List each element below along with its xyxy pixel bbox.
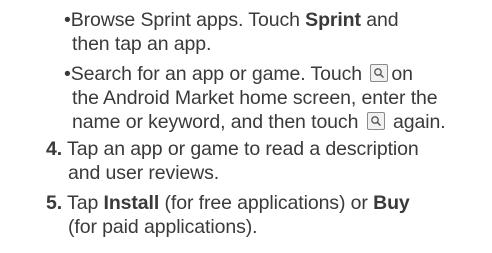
bullet-search-line3: name or keyword, and then touch again. [72, 110, 446, 134]
bullet-text: name or keyword, and then touch [72, 111, 359, 133]
bullet-text: Browse Sprint apps. Touch [70, 9, 306, 31]
bullet-browse-line2: then tap an app. [72, 32, 211, 56]
step-text: Tap [67, 192, 104, 214]
step-4-line2: and user reviews. [68, 161, 219, 185]
bullet-text: Search for an app or game. Touch [70, 63, 363, 85]
bullet-marker: • [64, 9, 71, 31]
buy-label: Buy [373, 192, 410, 214]
bullet-search-line1: •Search for an app or game. Touch on [64, 62, 413, 86]
bullet-text: then tap an app. [72, 33, 212, 55]
search-icon [366, 112, 385, 130]
step-5-line2: (for paid applications). [68, 215, 258, 239]
bullet-search-line2: the Android Market home screen, enter th… [72, 86, 438, 110]
step-text: (for free applications) or [159, 192, 374, 214]
bullet-browse-line1: •Browse Sprint apps. Touch Sprint and [64, 8, 399, 32]
step-text: Tap an app or game to read a description [67, 138, 419, 160]
bullet-marker: • [64, 63, 71, 85]
step-number: 4. [46, 138, 63, 160]
step-5-line1: 5. Tap Install (for free applications) o… [46, 191, 410, 215]
step-text: (for paid applications). [68, 216, 258, 238]
manual-page: •Browse Sprint apps. Touch Sprint and th… [0, 0, 492, 253]
bullet-text: and [360, 9, 399, 31]
step-number: 5. [46, 192, 63, 214]
bullet-text: the Android Market home screen, enter th… [72, 87, 438, 109]
install-label: Install [103, 192, 160, 214]
step-4-line1: 4. Tap an app or game to read a descript… [46, 137, 419, 161]
step-text: and user reviews. [68, 162, 220, 184]
search-icon [370, 64, 389, 82]
bullet-text: again. [392, 111, 446, 133]
bullet-text: on [391, 63, 413, 85]
sprint-label: Sprint [305, 9, 361, 31]
